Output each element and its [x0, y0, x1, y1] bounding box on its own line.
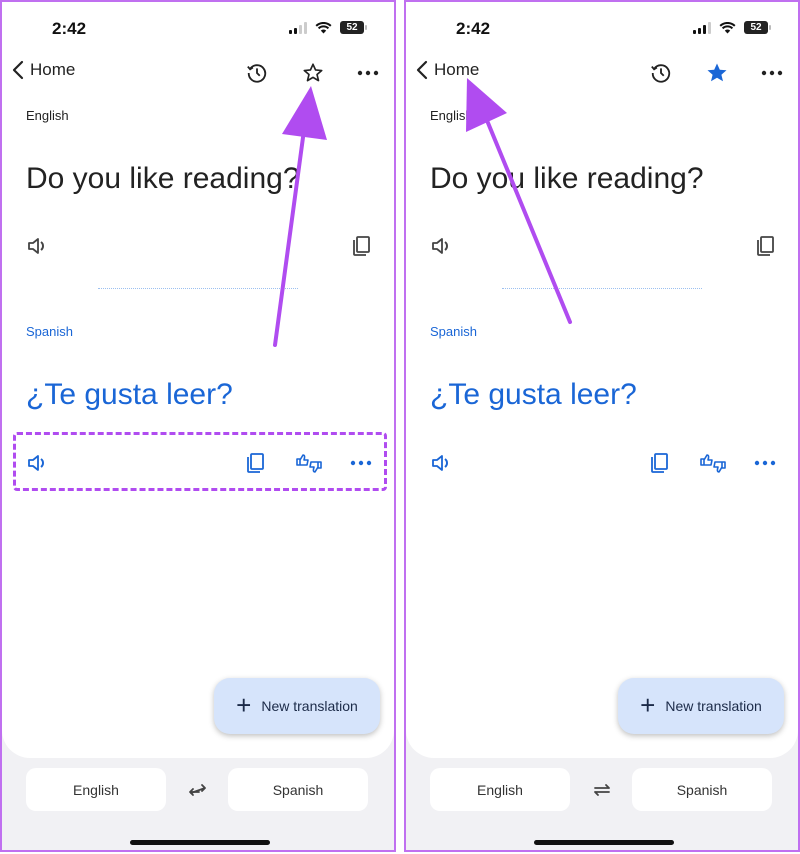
source-listen-button[interactable] [26, 234, 50, 258]
more-options-button[interactable] [355, 60, 381, 86]
source-language-label: English [430, 108, 473, 123]
wifi-icon [315, 21, 332, 33]
copy-icon [651, 453, 668, 473]
favorite-star-button[interactable] [704, 60, 730, 86]
target-copy-button[interactable] [647, 451, 671, 475]
home-indicator [130, 840, 270, 845]
translated-text[interactable]: ¿Te gusta leer? [26, 378, 233, 412]
swap-arrows-icon [189, 784, 206, 796]
copy-icon [757, 236, 774, 256]
source-language-selector[interactable]: English [26, 768, 166, 811]
chevron-left-icon [416, 60, 428, 80]
rate-translation-button[interactable] [698, 451, 728, 475]
source-text[interactable]: Do you like reading? [430, 162, 704, 196]
top-navbar: Home [2, 58, 394, 90]
target-language-label: Spanish [430, 324, 477, 339]
new-translation-button[interactable]: + New translation [618, 678, 784, 734]
signal-icon [289, 21, 307, 34]
translated-text[interactable]: ¿Te gusta leer? [430, 378, 637, 412]
status-time: 2:42 [52, 19, 87, 38]
status-time: 2:42 [456, 19, 491, 38]
more-horizontal-icon [357, 70, 379, 76]
home-indicator [534, 840, 674, 845]
source-language-label: English [26, 108, 69, 123]
battery-icon: 52 [340, 21, 367, 34]
target-language-selector[interactable]: Spanish [228, 768, 368, 811]
target-listen-button[interactable] [430, 451, 454, 475]
signal-icon [693, 21, 711, 34]
star-outline-icon [303, 63, 323, 82]
status-icons: 52 [289, 21, 367, 34]
back-label: Home [434, 60, 480, 79]
target-language-label: Spanish [26, 324, 73, 339]
new-translation-button[interactable]: + New translation [214, 678, 380, 734]
top-navbar: Home [406, 58, 798, 90]
source-copy-button[interactable] [349, 234, 373, 258]
status-icons: 52 [693, 21, 771, 34]
new-translation-label: New translation [665, 698, 762, 714]
history-icon [651, 64, 671, 83]
more-options-button[interactable] [759, 60, 785, 86]
source-copy-button[interactable] [753, 234, 777, 258]
history-button[interactable] [648, 60, 674, 86]
favorite-star-button[interactable] [300, 60, 326, 86]
translation-card: 2:42 52 Home English Do you like reading… [2, 2, 394, 758]
swap-languages-button[interactable] [185, 778, 211, 802]
translation-card: 2:42 52 Home English Do you like reading… [406, 2, 798, 758]
target-language-selector[interactable]: Spanish [632, 768, 772, 811]
source-language-selector[interactable]: English [430, 768, 570, 811]
history-button[interactable] [244, 60, 270, 86]
screenshot-panel-before: 2:42 52 Home English Do you like reading… [0, 0, 396, 852]
annotation-highlight-box [13, 432, 387, 491]
new-translation-label: New translation [261, 698, 358, 714]
back-home-button[interactable]: Home [416, 60, 479, 80]
chevron-left-icon [12, 60, 24, 80]
section-divider [502, 288, 702, 289]
speaker-icon [28, 238, 44, 254]
history-icon [247, 64, 267, 83]
swap-arrows-icon [594, 784, 610, 796]
swap-languages-button[interactable] [589, 778, 615, 802]
star-filled-icon [707, 63, 727, 82]
source-listen-button[interactable] [430, 234, 454, 258]
speaker-icon [432, 238, 448, 254]
plus-icon: + [640, 689, 656, 720]
target-more-options-button[interactable] [753, 451, 777, 475]
more-horizontal-icon [754, 460, 776, 466]
wifi-icon [719, 21, 736, 33]
screenshot-panel-after: 2:42 52 Home English Do you like reading… [404, 0, 800, 852]
back-label: Home [30, 60, 76, 79]
source-text[interactable]: Do you like reading? [26, 162, 300, 196]
thumbs-up-down-icon [700, 454, 726, 473]
speaker-icon [432, 455, 448, 471]
back-home-button[interactable]: Home [12, 60, 75, 80]
more-horizontal-icon [761, 70, 783, 76]
battery-icon: 52 [744, 21, 771, 34]
copy-icon [353, 236, 370, 256]
plus-icon: + [236, 689, 252, 720]
section-divider [98, 288, 298, 289]
